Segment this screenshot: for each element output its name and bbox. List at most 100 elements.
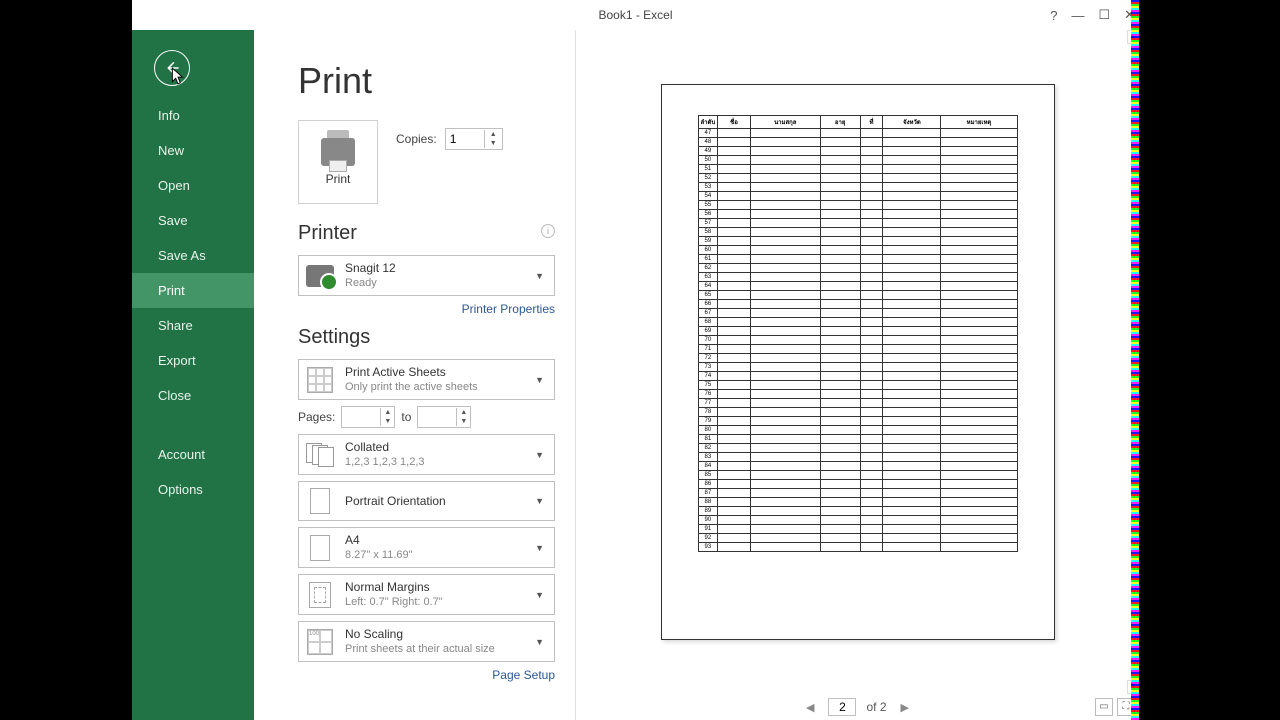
sheets-icon xyxy=(307,367,333,393)
sidebar-item-print[interactable]: Print xyxy=(132,273,254,308)
maximize-icon[interactable]: ☐ xyxy=(1098,7,1110,23)
preview-cell xyxy=(941,282,1017,291)
preview-cell xyxy=(820,489,860,498)
preview-cell xyxy=(860,435,883,444)
preview-cell xyxy=(820,201,860,210)
pages-from-spinner[interactable]: ▲▼ xyxy=(341,406,395,428)
preview-cell xyxy=(718,498,750,507)
sidebar-item-info[interactable]: Info xyxy=(132,98,254,133)
preview-cell xyxy=(820,444,860,453)
preview-cell xyxy=(750,255,820,264)
paper-size-dropdown[interactable]: A4 8.27" x 11.69" ▼ xyxy=(298,527,555,568)
zoom-to-page-button[interactable]: ▭ xyxy=(1095,698,1113,716)
preview-cell xyxy=(750,327,820,336)
preview-cell xyxy=(883,480,941,489)
preview-cell xyxy=(718,138,750,147)
scaling-dropdown[interactable]: 100 No Scaling Print sheets at their act… xyxy=(298,621,555,662)
collation-dropdown[interactable]: Collated 1,2,3 1,2,3 1,2,3 ▼ xyxy=(298,434,555,475)
preview-cell xyxy=(718,246,750,255)
preview-cell xyxy=(820,192,860,201)
preview-rownum-cell: 81 xyxy=(698,435,718,444)
preview-cell xyxy=(820,255,860,264)
orientation-dropdown[interactable]: Portrait Orientation ▼ xyxy=(298,481,555,521)
preview-cell xyxy=(718,174,750,183)
printer-info-icon[interactable]: i xyxy=(541,224,555,238)
preview-cell xyxy=(860,390,883,399)
preview-cell xyxy=(883,129,941,138)
preview-cell xyxy=(941,498,1017,507)
scaling-sub: Print sheets at their actual size xyxy=(345,642,521,657)
preview-rownum-cell: 84 xyxy=(698,462,718,471)
sidebar-item-export[interactable]: Export xyxy=(132,343,254,378)
sidebar-item-close[interactable]: Close xyxy=(132,378,254,413)
preview-cell xyxy=(750,291,820,300)
preview-cell xyxy=(718,309,750,318)
preview-cell xyxy=(820,354,860,363)
preview-cell xyxy=(718,426,750,435)
print-what-dropdown[interactable]: Print Active Sheets Only print the activ… xyxy=(298,359,555,400)
help-icon[interactable]: ? xyxy=(1050,8,1057,23)
preview-cell xyxy=(941,237,1017,246)
printer-name: Snagit 12 xyxy=(345,260,521,276)
preview-cell xyxy=(750,282,820,291)
preview-cell xyxy=(750,381,820,390)
current-page-input[interactable] xyxy=(828,698,856,716)
sidebar-item-share[interactable]: Share xyxy=(132,308,254,343)
sidebar-item-save[interactable]: Save xyxy=(132,203,254,238)
app-window: Book1 - Excel ? — ☐ ✕ Sign in Info New O… xyxy=(132,0,1139,720)
pages-to-spinner[interactable]: ▲▼ xyxy=(417,406,471,428)
prev-page-button[interactable]: ◀ xyxy=(802,699,818,716)
copies-input[interactable] xyxy=(446,132,484,146)
preview-cell xyxy=(750,138,820,147)
spinner-arrows[interactable]: ▲▼ xyxy=(484,130,502,148)
margins-icon xyxy=(309,582,331,608)
page-title: Print xyxy=(298,60,555,102)
sidebar-item-open[interactable]: Open xyxy=(132,168,254,203)
preview-rownum-cell: 57 xyxy=(698,219,718,228)
pages-to-input[interactable] xyxy=(418,410,456,424)
printer-properties-link[interactable]: Printer Properties xyxy=(298,302,555,316)
printer-ready-icon xyxy=(306,265,334,287)
preview-cell xyxy=(718,318,750,327)
preview-cell xyxy=(860,264,883,273)
preview-cell xyxy=(941,453,1017,462)
sidebar-item-new[interactable]: New xyxy=(132,133,254,168)
preview-cell xyxy=(750,354,820,363)
preview-cell xyxy=(750,363,820,372)
preview-rownum-cell: 58 xyxy=(698,228,718,237)
sidebar-item-options[interactable]: Options xyxy=(132,472,254,507)
margins-dropdown[interactable]: Normal Margins Left: 0.7" Right: 0.7" ▼ xyxy=(298,574,555,615)
preview-rownum-cell: 91 xyxy=(698,525,718,534)
preview-cell xyxy=(883,543,941,552)
preview-header-cell: ลำดับ xyxy=(698,116,718,129)
preview-cell xyxy=(941,129,1017,138)
preview-cell xyxy=(718,453,750,462)
preview-cell xyxy=(883,318,941,327)
print-button[interactable]: Print xyxy=(298,120,378,204)
print-settings-panel: Print Print Copies: ▲▼ xyxy=(254,30,576,720)
preview-cell xyxy=(860,381,883,390)
copies-spinner[interactable]: ▲▼ xyxy=(445,128,503,150)
paper-sub: 8.27" x 11.69" xyxy=(345,548,521,563)
preview-cell xyxy=(820,300,860,309)
preview-cell xyxy=(820,408,860,417)
minimize-icon[interactable]: — xyxy=(1071,8,1084,23)
sidebar-item-save-as[interactable]: Save As xyxy=(132,238,254,273)
preview-cell xyxy=(860,336,883,345)
page-setup-link[interactable]: Page Setup xyxy=(298,668,555,682)
preview-header-cell: จังหวัด xyxy=(883,116,941,129)
sidebar-item-account[interactable]: Account xyxy=(132,437,254,472)
pages-from-input[interactable] xyxy=(342,410,380,424)
preview-cell xyxy=(718,390,750,399)
next-page-button[interactable]: ▶ xyxy=(897,699,913,716)
chevron-down-icon: ▼ xyxy=(531,496,548,506)
preview-cell xyxy=(860,534,883,543)
preview-cell xyxy=(820,381,860,390)
preview-cell xyxy=(750,228,820,237)
printer-dropdown[interactable]: Snagit 12 Ready ▼ xyxy=(298,255,555,296)
back-button[interactable] xyxy=(154,50,190,86)
preview-rownum-cell: 72 xyxy=(698,354,718,363)
scaling-title: No Scaling xyxy=(345,626,521,642)
preview-cell xyxy=(750,543,820,552)
main-area: Print Print Copies: ▲▼ xyxy=(254,30,1139,720)
